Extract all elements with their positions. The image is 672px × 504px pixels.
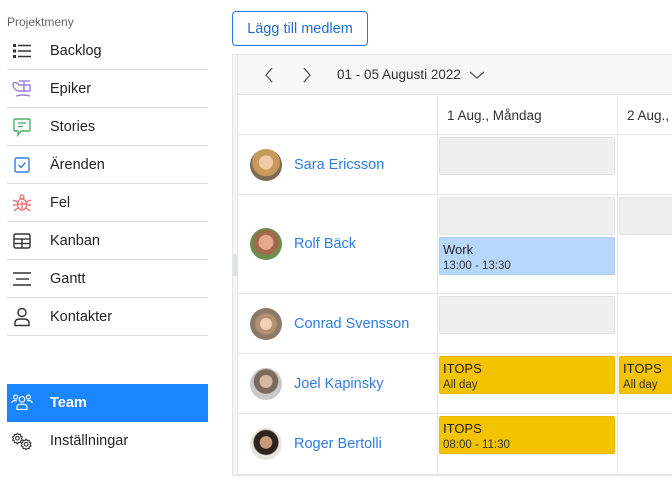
- day-header: 2 Aug.,: [627, 107, 670, 123]
- sidebar: Projektmeny Backlog Epiker Stories Ärend…: [0, 0, 208, 504]
- sidebar-item-gantt[interactable]: Gantt: [7, 260, 208, 298]
- chevron-down-icon: [469, 71, 485, 79]
- event-time: All day: [623, 379, 658, 391]
- day-cell[interactable]: [438, 294, 618, 353]
- resource-name-link[interactable]: Roger Bertolli: [294, 436, 382, 452]
- sidebar-item-team[interactable]: Team: [7, 384, 208, 422]
- header-row: 1 Aug., Måndag 2 Aug.,: [238, 96, 672, 135]
- event-block[interactable]: ITOPS 08:00 - 11:30: [439, 416, 615, 454]
- event-title: ITOPS: [443, 421, 482, 436]
- previous-week-button[interactable]: [259, 65, 279, 85]
- avatar: [250, 428, 282, 460]
- sidebar-item-arenden[interactable]: Ärenden: [7, 146, 208, 184]
- resource-name-link[interactable]: Joel Kapinsky: [294, 376, 383, 392]
- resource-row: Roger Bertolli ITOPS 08:00 - 11:30: [238, 414, 672, 475]
- sidebar-item-kanban[interactable]: Kanban: [7, 222, 208, 260]
- day-cell[interactable]: [438, 135, 618, 194]
- event-time: 08:00 - 11:30: [443, 439, 510, 451]
- scheduler-grid: 1 Aug., Måndag 2 Aug., Sara Ericsson Rol…: [238, 96, 672, 475]
- sidebar-item-stories[interactable]: Stories: [7, 108, 208, 146]
- day-cell[interactable]: ITOPS All day: [618, 354, 672, 413]
- event-title: Work: [443, 242, 474, 257]
- project-menu: Backlog Epiker Stories Ärenden Fel Kanba…: [7, 32, 208, 336]
- event-title: ITOPS: [443, 361, 482, 376]
- chevron-right-icon: [303, 67, 311, 82]
- sidebar-item-label: Kanban: [50, 232, 100, 249]
- gears-icon: [11, 431, 33, 451]
- day-cell[interactable]: ITOPS 08:00 - 11:30: [438, 414, 618, 474]
- board-icon: [11, 231, 33, 251]
- sidebar-item-label: Gantt: [50, 270, 86, 287]
- sidebar-item-label: Team: [50, 395, 87, 411]
- user-icon: [11, 307, 33, 327]
- event-time: All day: [443, 379, 478, 391]
- resource-cell: Rolf Bäck: [238, 195, 438, 293]
- next-week-button[interactable]: [297, 65, 317, 85]
- day-cell[interactable]: Work 13:00 - 13:30: [438, 195, 618, 293]
- sidebar-item-backlog[interactable]: Backlog: [7, 32, 208, 70]
- busy-block[interactable]: [439, 137, 615, 175]
- sidebar-item-label: Kontakter: [50, 308, 113, 325]
- day-cell[interactable]: [618, 294, 672, 353]
- bug-icon: [11, 193, 33, 213]
- sidebar-heading: Projektmeny: [7, 15, 74, 29]
- avatar: [250, 148, 282, 181]
- day-cell[interactable]: [618, 195, 672, 293]
- resource-row: Conrad Svensson: [238, 294, 672, 354]
- resource-row: Rolf Bäck Work 13:00 - 13:30: [238, 195, 672, 294]
- team-icon: [11, 393, 33, 413]
- resource-cell: Conrad Svensson: [238, 294, 438, 353]
- day-cell[interactable]: [618, 135, 672, 194]
- resource-name-link[interactable]: Conrad Svensson: [294, 316, 409, 332]
- day-cell[interactable]: ITOPS All day: [438, 354, 618, 413]
- scheduler-toolbar: 01 - 05 Augusti 2022: [238, 55, 672, 95]
- sidebar-item-label: Inställningar: [50, 433, 129, 449]
- event-block[interactable]: ITOPS All day: [439, 356, 615, 394]
- event-time: 13:00 - 13:30: [443, 260, 511, 272]
- resource-name-link[interactable]: Rolf Bäck: [294, 236, 356, 252]
- event-block[interactable]: ITOPS All day: [619, 356, 672, 394]
- checkbox-icon: [11, 155, 33, 175]
- resource-name-link[interactable]: Sara Ericsson: [294, 157, 384, 173]
- busy-block[interactable]: [439, 197, 615, 235]
- resource-cell: Joel Kapinsky: [238, 354, 438, 413]
- sidebar-item-epiker[interactable]: Epiker: [7, 70, 208, 108]
- day-cell[interactable]: [618, 414, 672, 474]
- list-icon: [11, 41, 33, 61]
- sidebar-item-fel[interactable]: Fel: [7, 184, 208, 222]
- sidebar-item-label: Backlog: [50, 42, 102, 59]
- sidebar-item-label: Ärenden: [50, 156, 105, 173]
- gantt-icon: [11, 269, 33, 289]
- resource-cell: Sara Ericsson: [238, 135, 438, 194]
- busy-block[interactable]: [619, 197, 672, 235]
- avatar: [250, 367, 282, 400]
- busy-block[interactable]: [439, 296, 615, 334]
- day-header: 1 Aug., Måndag: [438, 96, 618, 134]
- sidebar-item-label: Stories: [50, 118, 96, 135]
- event-title: ITOPS: [623, 361, 662, 376]
- sidebar-item-kontakter[interactable]: Kontakter: [7, 298, 208, 336]
- add-member-button[interactable]: Lägg till medlem: [232, 11, 368, 46]
- chevron-left-icon: [265, 67, 273, 82]
- resource-row: Joel Kapinsky ITOPS All day ITOPS All da…: [238, 354, 672, 414]
- team-scheduler: 01 - 05 Augusti 2022 1 Aug., Måndag 2 Au…: [232, 54, 672, 476]
- avatar: [250, 307, 282, 340]
- story-chat-icon: [11, 117, 33, 137]
- resource-row: Sara Ericsson: [238, 135, 672, 195]
- resource-header-cell: [238, 96, 438, 134]
- event-block[interactable]: Work 13:00 - 13:30: [439, 237, 615, 275]
- sidebar-item-label: Fel: [50, 194, 71, 211]
- sidebar-item-label: Epiker: [50, 80, 92, 97]
- avatar: [250, 228, 282, 260]
- bottom-menu: Team Inställningar: [7, 384, 208, 460]
- date-range-picker[interactable]: 01 - 05 Augusti 2022: [337, 67, 485, 82]
- epic-icon: [11, 79, 33, 99]
- sidebar-item-installningar[interactable]: Inställningar: [7, 422, 208, 460]
- resource-cell: Roger Bertolli: [238, 414, 438, 474]
- date-range-label: 01 - 05 Augusti 2022: [337, 67, 461, 82]
